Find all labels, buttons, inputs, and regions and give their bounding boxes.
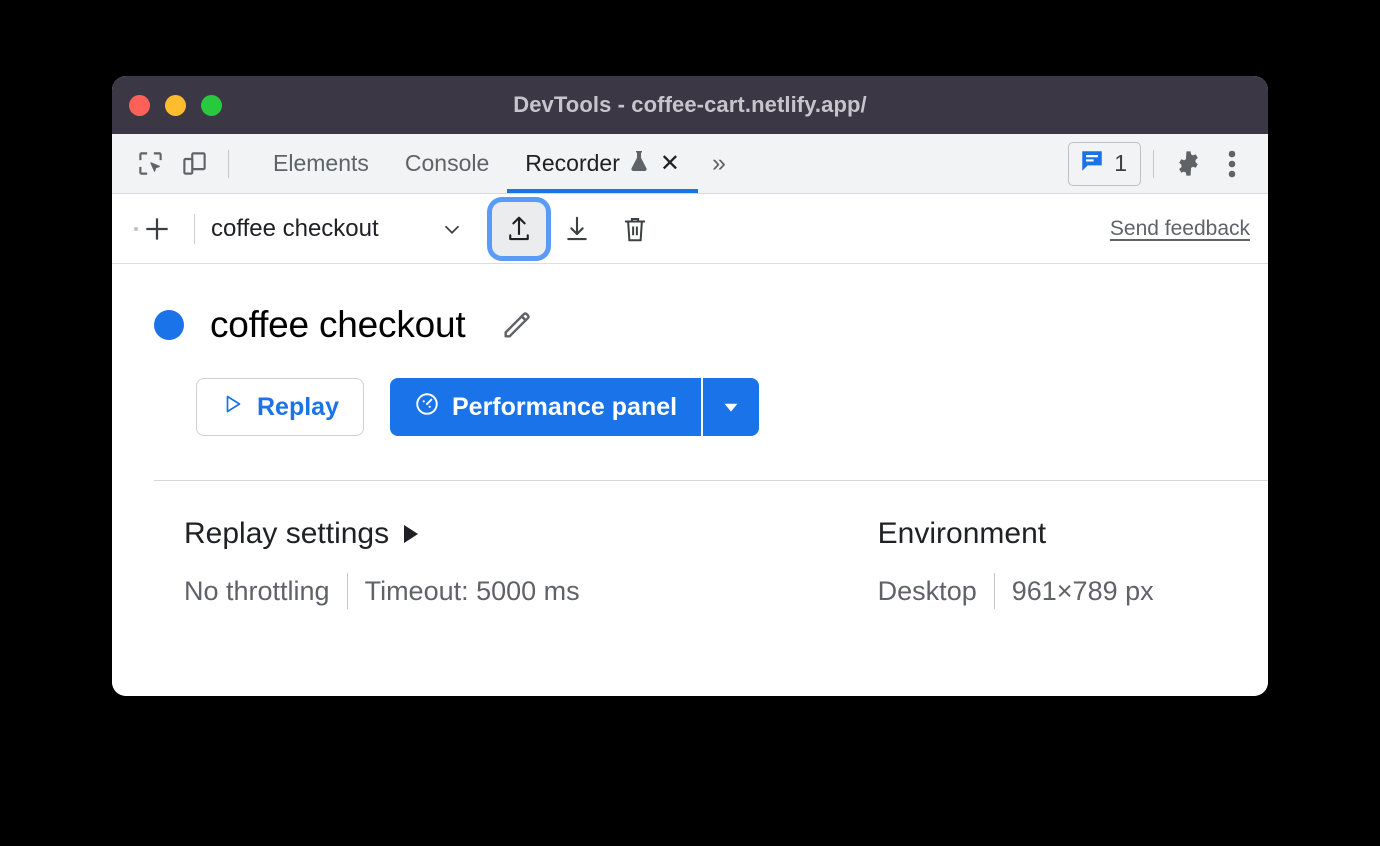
devtools-tabbar: Elements Console Recorder ✕ » 1 [112,134,1268,194]
recorder-toolbar: coffee checkout Send feedback [112,194,1268,264]
performance-panel-label: Performance panel [451,392,678,421]
upload-import-icon [508,216,529,240]
recording-name-label[interactable]: coffee checkout [211,215,379,243]
gauge-performance-icon [414,391,440,424]
chevron-down-icon[interactable] [434,211,470,247]
issues-badge[interactable]: 1 [1068,141,1141,186]
inspect-element-icon[interactable] [128,142,172,186]
import-recording-button[interactable] [491,201,546,256]
viewport-value: 961×789 px [1011,575,1154,606]
add-recording-button[interactable] [134,206,180,252]
delete-recording-button[interactable] [608,202,662,256]
close-icon[interactable]: ✕ [660,151,680,176]
tabbar-right-divider [1153,149,1154,178]
toolbar-divider [228,149,229,178]
close-button[interactable] [129,94,150,116]
tab-elements[interactable]: Elements [255,134,387,193]
flask-icon [629,149,649,179]
window-titlebar: DevTools - coffee-cart.netlify.app/ [112,76,1268,134]
tab-recorder-label: Recorder [525,150,620,176]
caret-down-icon [724,403,738,412]
recording-actions: Replay Performance panel [154,346,1268,436]
send-feedback-link[interactable]: Send feedback [1110,217,1250,241]
tab-console-label: Console [404,150,490,176]
environment-values: Desktop 961×789 px [878,573,1154,609]
value-divider [346,573,348,609]
replay-settings-heading: Replay settings [184,517,390,550]
recording-title: coffee checkout [210,304,466,345]
gear-icon[interactable] [1166,142,1210,186]
performance-panel-split-button: Performance panel [389,378,760,436]
three-dots-vertical-icon[interactable] [1210,142,1254,186]
device-toolbar-icon[interactable] [172,142,216,186]
performance-panel-button[interactable]: Performance panel [389,378,702,436]
pencil-edit-icon[interactable] [496,304,538,346]
environment-heading: Environment [877,517,1047,550]
tab-console[interactable]: Console [387,134,507,193]
play-triangle-icon [221,392,245,423]
window-title: DevTools - coffee-cart.netlify.app/ [513,92,867,117]
minimize-button[interactable] [165,94,186,116]
panel-tabs: Elements Console Recorder ✕ [255,134,698,193]
value-divider [993,573,995,609]
export-recording-button[interactable] [550,202,604,256]
recording-title-row: coffee checkout [154,304,1268,346]
replay-settings-values: No throttling Timeout: 5000 ms [184,573,580,609]
recorder-main-panel: coffee checkout Replay Performance panel… [112,264,1268,696]
recording-header: coffee checkout Replay Performance panel [112,264,1268,481]
tab-elements-label: Elements [273,150,369,176]
device-value: Desktop [877,575,977,606]
tabbar-right-tools: 1 [1068,141,1254,186]
settings-section: Replay settings No throttling Timeout: 5… [112,481,1268,609]
download-export-icon [566,216,587,240]
toolbar-dot [134,226,138,231]
maximize-button[interactable] [201,94,222,116]
environment-heading-row: Environment [878,517,1154,551]
recording-status-dot [154,310,184,340]
replay-settings-toggle[interactable]: Replay settings [184,517,580,551]
triangle-right-icon [404,525,419,543]
performance-panel-dropdown[interactable] [703,378,760,436]
replay-button-label: Replay [257,392,339,421]
throttling-value: No throttling [184,575,330,606]
more-tabs-icon[interactable]: » [698,149,737,178]
tabbar-left-tools: Elements Console Recorder ✕ » [128,134,737,193]
timeout-value: Timeout: 5000 ms [364,575,580,606]
trash-delete-icon [624,217,645,241]
traffic-lights [112,94,222,116]
devtools-window: DevTools - coffee-cart.netlify.app/ Elem [112,76,1268,696]
environment-column: Environment Desktop 961×789 px [878,517,1154,609]
replay-settings-column: Replay settings No throttling Timeout: 5… [184,517,580,609]
issues-count: 1 [1114,150,1127,176]
message-bubble-icon [1079,148,1105,179]
plus-icon [146,217,168,240]
replay-button[interactable]: Replay [196,378,364,436]
recorder-tool-icons [491,201,662,256]
tab-recorder[interactable]: Recorder ✕ [507,134,698,193]
toolbar-separator [194,213,195,244]
